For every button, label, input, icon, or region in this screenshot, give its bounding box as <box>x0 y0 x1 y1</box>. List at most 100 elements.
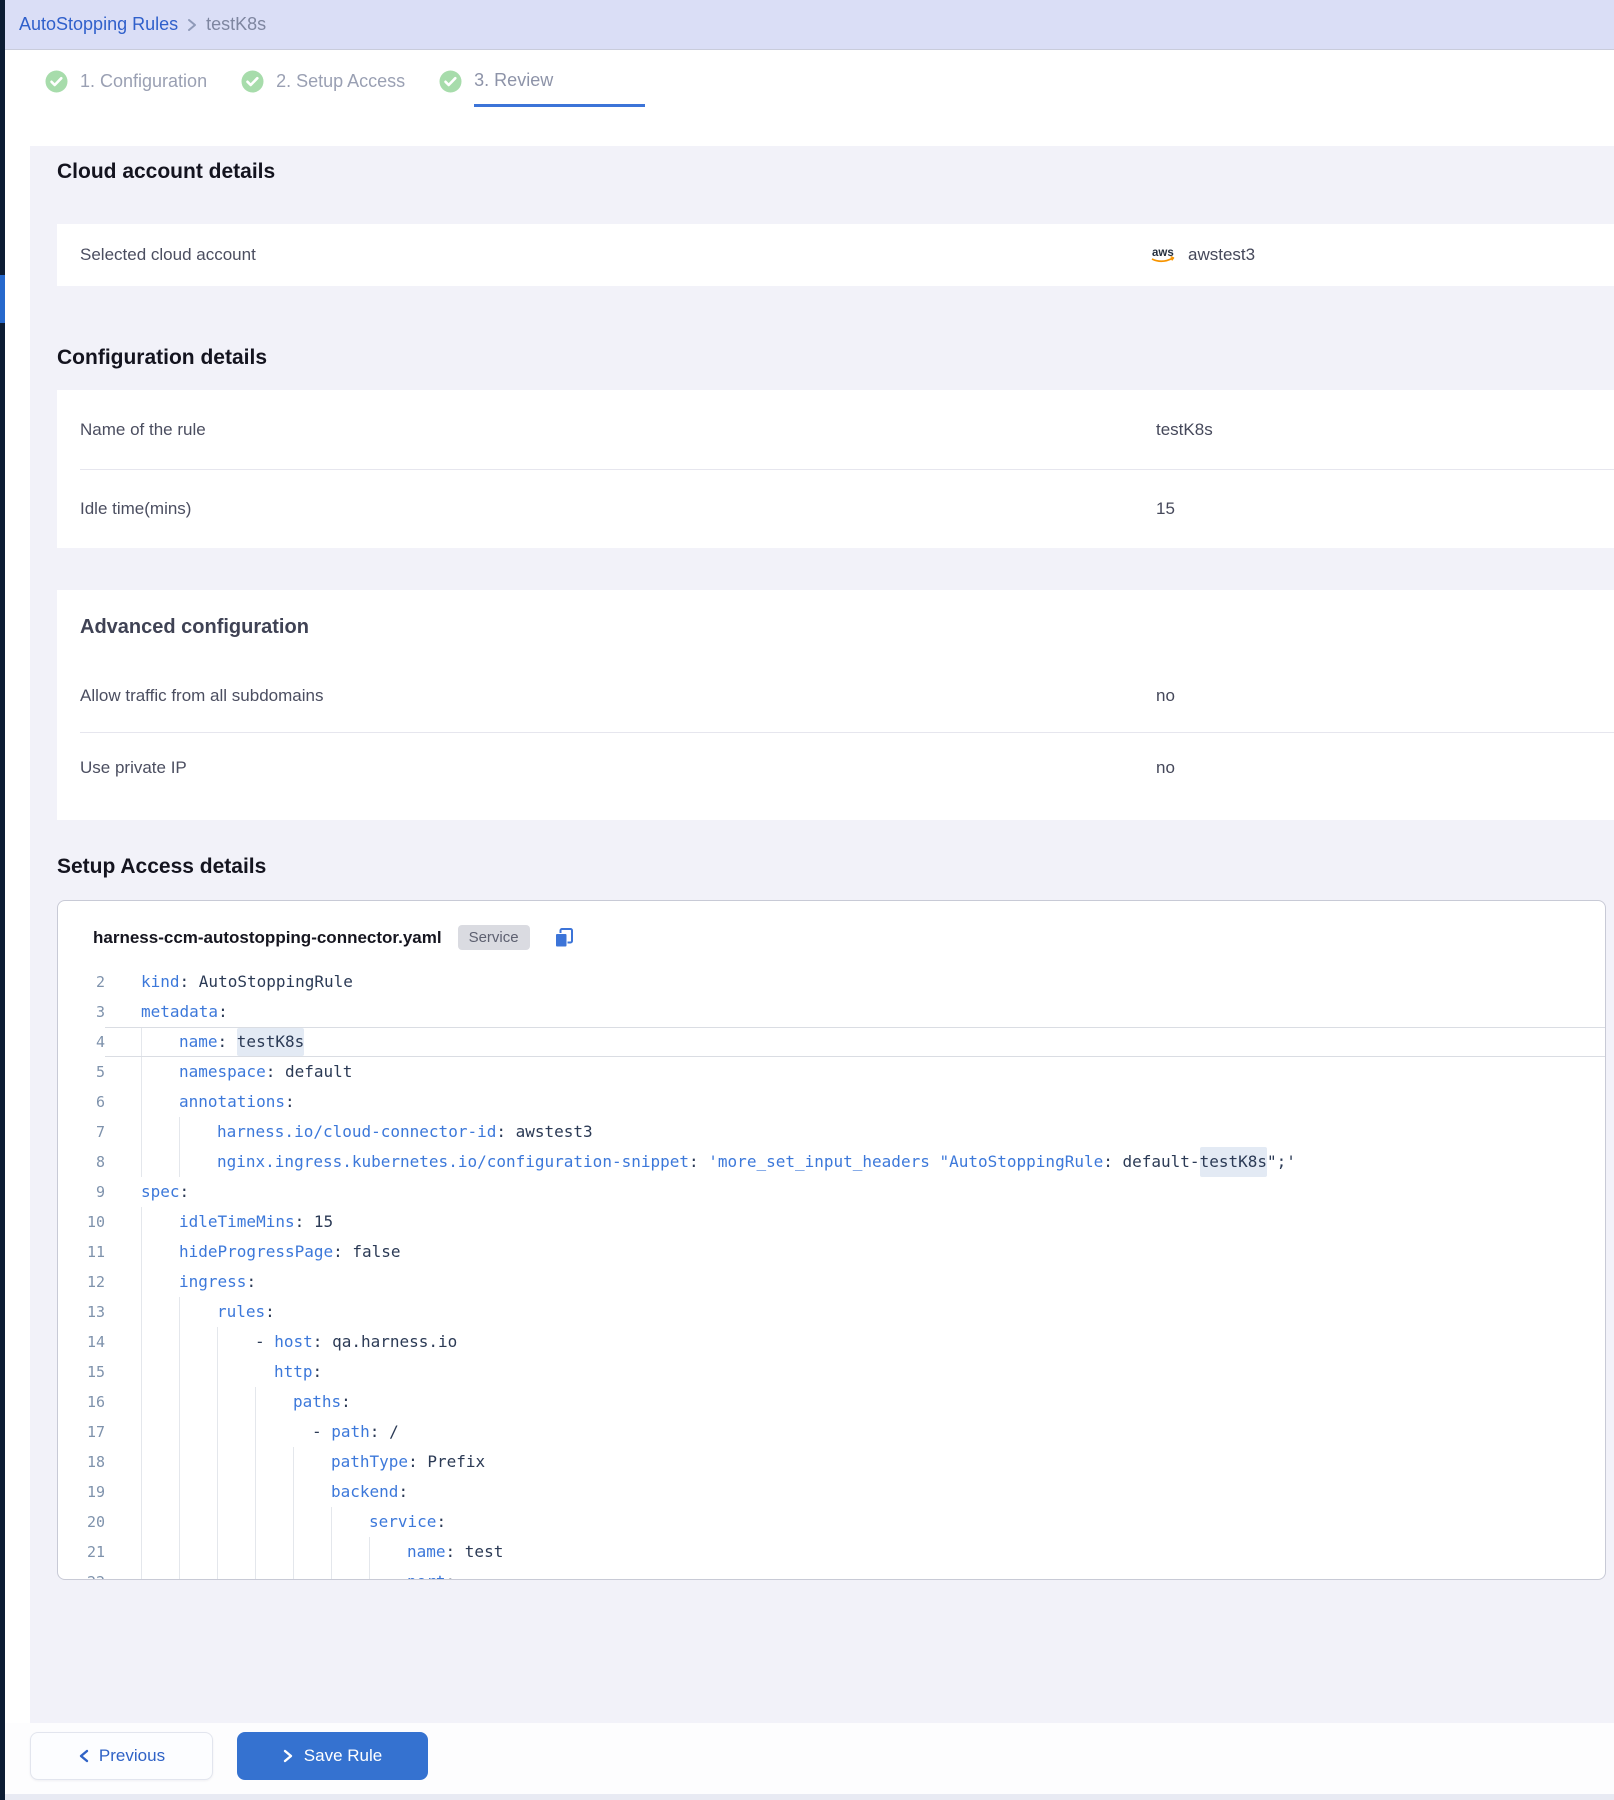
line-number: 11 <box>58 1237 105 1267</box>
indent-guide <box>217 1387 255 1417</box>
code-line-10: 10idleTimeMins: 15 <box>58 1207 1605 1237</box>
indent-guide <box>369 1537 407 1567</box>
row-label: Allow traffic from all subdomains <box>80 686 323 706</box>
line-number: 18 <box>58 1447 105 1477</box>
row-value: awsawstest3 <box>1148 245 1255 265</box>
code-line-9: 9spec: <box>58 1177 1605 1207</box>
chevron-right-icon <box>283 1748 294 1764</box>
yaml-code-editor[interactable]: 2kind: AutoStoppingRule3metadata:4name: … <box>58 971 1605 1579</box>
detail-row: Allow traffic from all subdomains no <box>57 660 1614 732</box>
line-content: pathType: Prefix <box>105 1447 1605 1477</box>
indent-guide <box>217 1537 255 1567</box>
indent-guide <box>179 1567 217 1579</box>
line-number: 2 <box>58 971 105 997</box>
indent-guide <box>331 1567 369 1579</box>
indent-guide <box>217 1567 255 1579</box>
line-content: spec: <box>105 1177 1605 1207</box>
indent-guide <box>179 1297 217 1327</box>
indent-guide <box>179 1537 217 1567</box>
indent-guide <box>217 1447 255 1477</box>
section-title-cloud-account: Cloud account details <box>57 160 275 184</box>
line-content: ingress: <box>105 1267 1605 1297</box>
stepper-step-1[interactable]: 1. Configuration <box>45 70 207 93</box>
line-number: 8 <box>58 1147 105 1177</box>
line-number: 6 <box>58 1087 105 1117</box>
indent-guide <box>141 1417 179 1447</box>
indent-guide <box>255 1417 293 1447</box>
line-content: harness.io/cloud-connector-id: awstest3 <box>105 1117 1605 1147</box>
code-line-7: 7harness.io/cloud-connector-id: awstest3 <box>58 1117 1605 1147</box>
previous-button[interactable]: Previous <box>30 1732 213 1780</box>
line-content: idleTimeMins: 15 <box>105 1207 1605 1237</box>
code-line-22: 22port: <box>58 1567 1605 1579</box>
indent-guide <box>255 1447 293 1477</box>
step-label: 2. Setup Access <box>276 71 405 106</box>
line-number: 4 <box>58 1027 105 1057</box>
indent-guide <box>179 1447 217 1477</box>
line-number: 5 <box>58 1057 105 1087</box>
line-number: 15 <box>58 1357 105 1387</box>
step-label: 1. Configuration <box>80 71 207 106</box>
indent-guide <box>179 1357 217 1387</box>
breadcrumb-link-autostopping-rules[interactable]: AutoStopping Rules <box>19 14 178 35</box>
indent-guide <box>255 1477 293 1507</box>
indent-guide <box>141 1028 179 1056</box>
detail-row: Use private IP no <box>57 732 1614 804</box>
line-number: 9 <box>58 1177 105 1207</box>
row-value: no <box>1156 686 1175 706</box>
breadcrumb-current: testK8s <box>206 14 266 35</box>
code-line-18: 18pathType: Prefix <box>58 1447 1605 1477</box>
copy-icon[interactable] <box>552 926 576 950</box>
indent-guide <box>331 1507 369 1537</box>
row-label: Use private IP <box>80 758 187 778</box>
line-number: 12 <box>58 1267 105 1297</box>
indent-guide <box>141 1327 179 1357</box>
line-content: - host: qa.harness.io <box>105 1327 1605 1357</box>
window-bottom-edge <box>5 1794 1614 1800</box>
footer-bar: Previous Save Rule <box>5 1723 1614 1800</box>
row-label: Idle time(mins) <box>80 499 191 519</box>
line-content: hideProgressPage: false <box>105 1237 1605 1267</box>
section-title-configuration: Configuration details <box>57 346 267 370</box>
stepper-step-3[interactable]: 3. Review <box>439 70 645 93</box>
service-badge: Service <box>458 925 530 950</box>
step-label: 3. Review <box>474 70 645 107</box>
indent-guide <box>331 1537 369 1567</box>
indent-guide <box>255 1567 293 1579</box>
indent-guide <box>141 1117 179 1147</box>
line-content: nginx.ingress.kubernetes.io/configuratio… <box>105 1147 1605 1177</box>
code-line-6: 6annotations: <box>58 1087 1605 1117</box>
stepper-step-2[interactable]: 2. Setup Access <box>241 70 405 93</box>
page: AutoStopping Rules testK8s 1. Configurat… <box>0 0 1614 1800</box>
code-line-8: 8nginx.ingress.kubernetes.io/configurati… <box>58 1147 1605 1177</box>
line-number: 13 <box>58 1297 105 1327</box>
line-content: metadata: <box>105 997 1605 1027</box>
indent-guide <box>217 1507 255 1537</box>
save-rule-button-label: Save Rule <box>304 1746 382 1766</box>
code-line-11: 11hideProgressPage: false <box>58 1237 1605 1267</box>
collapsed-sidebar[interactable] <box>0 0 5 1800</box>
indent-guide <box>255 1387 293 1417</box>
line-content: name: test <box>105 1537 1605 1567</box>
line-number: 14 <box>58 1327 105 1357</box>
row-label: Name of the rule <box>80 420 206 440</box>
step-done-icon <box>439 70 462 93</box>
code-line-19: 19backend: <box>58 1477 1605 1507</box>
indent-guide <box>141 1447 179 1477</box>
sidebar-scroll-thumb[interactable] <box>0 275 5 323</box>
detail-row: Idle time(mins)15 <box>57 469 1614 548</box>
indent-guide <box>141 1147 179 1177</box>
indent-guide <box>141 1507 179 1537</box>
line-content: port: <box>105 1567 1605 1579</box>
indent-guide <box>141 1387 179 1417</box>
indent-guide <box>255 1537 293 1567</box>
line-number: 7 <box>58 1117 105 1147</box>
breadcrumb: AutoStopping Rules testK8s <box>5 0 1614 50</box>
save-rule-button[interactable]: Save Rule <box>237 1732 428 1780</box>
row-value: no <box>1156 758 1175 778</box>
indent-guide <box>141 1267 179 1297</box>
detail-row: Name of the rule testK8s <box>57 390 1614 469</box>
code-line-13: 13rules: <box>58 1297 1605 1327</box>
indent-guide <box>179 1327 217 1357</box>
row-value: testK8s <box>1156 420 1213 440</box>
